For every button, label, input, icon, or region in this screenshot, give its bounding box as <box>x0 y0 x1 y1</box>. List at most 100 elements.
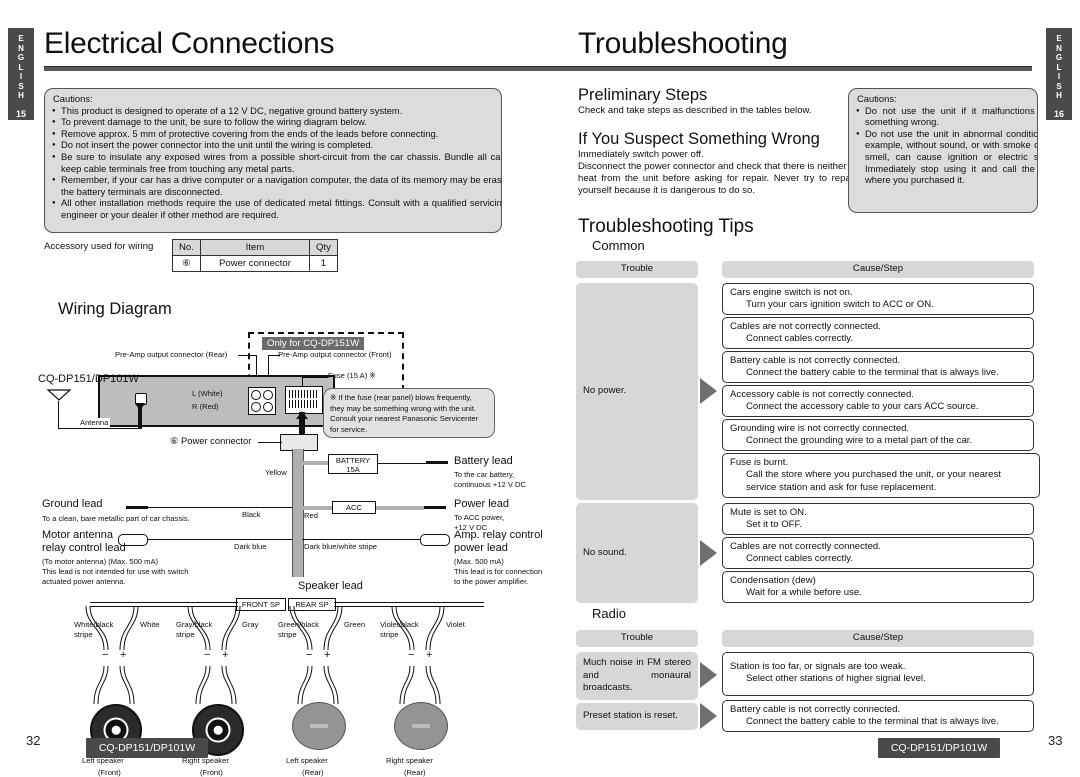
speaker-slot <box>412 723 430 729</box>
step-text: Connect cables correctly. <box>746 333 853 345</box>
step-text: Connect cables correctly. <box>746 553 853 565</box>
speaker-wire-minus-2: stripe <box>74 630 93 639</box>
speaker-minus-sign: − <box>408 649 415 661</box>
speaker-bus <box>334 602 484 603</box>
battery-lead-line <box>378 463 426 464</box>
cause-text: Condensation (dew) <box>730 575 816 586</box>
power-lead-sub1: To ACC power, <box>454 513 505 522</box>
unit-model-label: CQ-DP151/DP101W <box>38 373 139 385</box>
speaker-dust-cap <box>111 725 121 735</box>
speaker-position: (Front) <box>98 768 121 777</box>
speaker-minus-sign: − <box>102 649 109 661</box>
battery-box-line1: BATTERY <box>335 456 371 465</box>
trouble-cell-fm-noise: Much noise in FM stereo and monaural bro… <box>576 652 698 700</box>
amp-relay-sub3: to the power amplifier. <box>454 577 529 586</box>
black-wire-label: Black <box>242 510 261 519</box>
step-text: Wait for a while before use. <box>746 587 862 599</box>
accessory-table: No. Item Qty ⑥ Power connector 1 <box>172 239 338 272</box>
accessory-header-item: Item <box>199 239 310 256</box>
leader-line <box>302 377 303 387</box>
lang-letter: S <box>18 81 24 91</box>
left-title-rule <box>44 66 1032 71</box>
caution-item: To prevent damage to the unit, be sure t… <box>52 116 494 128</box>
right-page-title: Troubleshooting <box>578 27 788 60</box>
step-text: Turn your cars ignition switch to ACC or… <box>746 299 934 311</box>
wiring-diagram-heading: Wiring Diagram <box>58 300 172 318</box>
acc-wire <box>302 506 332 510</box>
cause-text: Cars engine switch is not on. <box>730 287 853 298</box>
cause-step-cell: Condensation (dew) Wait for a while befo… <box>722 571 1034 603</box>
cautions-heading: Cautions: <box>857 93 897 104</box>
cause-text: Grounding wire is not correctly connecte… <box>730 423 910 434</box>
amp-relay-title-1: Amp. relay control <box>454 529 543 541</box>
common-trouble-header: Trouble <box>576 261 698 278</box>
speaker-wire-minus-1: Violet/black <box>380 620 419 629</box>
unit-power-socket-pins <box>289 400 317 408</box>
cause-step-cell: Mute is set to ON. Set it to OFF. <box>722 503 1034 535</box>
speaker-lead-fork <box>93 666 135 705</box>
cause-text: Cables are not correctly connected. <box>730 321 881 332</box>
speaker-slot <box>310 723 328 729</box>
speaker-position: (Rear) <box>302 768 324 777</box>
antenna-label: Antenna <box>78 418 111 428</box>
speaker-rear <box>292 702 346 750</box>
section-radio-heading: Radio <box>592 606 626 621</box>
troubleshooting-tips-heading: Troubleshooting Tips <box>578 216 754 237</box>
speaker-rear <box>394 702 448 750</box>
dark-blue-label: Dark blue <box>234 542 267 551</box>
battery-fuse-box: BATTERY 15A <box>328 454 378 474</box>
cause-step-cell: Cables are not correctly connected. Conn… <box>722 537 1034 569</box>
antenna-icon <box>46 389 72 401</box>
battery-box-line2: 15A <box>346 465 360 474</box>
manual-spread: E N G L I S H 15 Electrical Connections … <box>0 0 1080 777</box>
ground-lead-tip <box>126 506 148 509</box>
power-connector-label: ⑥ Power connector <box>170 435 252 446</box>
cause-text: Station is too far, or signals are too w… <box>730 661 906 672</box>
speaker-minus-sign: − <box>306 649 313 661</box>
suspect-body: Disconnect the power connector and check… <box>578 161 894 196</box>
motor-antenna-sub1: (To motor antenna) (Max. 500 mA) <box>42 557 159 566</box>
speaker-wire-minus-1: Green/black <box>278 620 319 629</box>
ground-lead-line <box>148 507 292 508</box>
battery-lead-sub1: To the car battery, <box>454 470 515 479</box>
table-row: ⑥ Power connector 1 <box>172 255 338 272</box>
red-wire-label: Red <box>304 511 318 520</box>
speaker-plus-sign: + <box>324 649 331 661</box>
right-page-number: 33 <box>1048 733 1063 748</box>
yellow-wire-label: Yellow <box>265 468 287 477</box>
lang-letter: E <box>1056 34 1062 43</box>
trouble-cell-preset-reset: Preset station is reset. <box>576 703 698 730</box>
speaker-wire-minus-2: stripe <box>278 630 297 639</box>
battery-lead-title: Battery lead <box>454 455 513 467</box>
accessory-qty: 1 <box>308 255 338 272</box>
step-text: Select other stations of higher signal l… <box>746 673 926 685</box>
speaker-minus-sign: − <box>204 649 211 661</box>
leader-line <box>258 442 282 443</box>
rca-jack <box>251 402 261 412</box>
step-text: Connect the grounding wire to a metal pa… <box>746 435 973 447</box>
battery-lead-sub2: continuous +12 V DC <box>454 480 526 489</box>
speaker-name: Right speaker <box>386 756 433 765</box>
fuse-note-box: ※ If the fuse (rear panel) blows frequen… <box>323 388 495 438</box>
step-text: Call the store where you purchased the u… <box>746 469 1001 493</box>
speaker-bus <box>90 602 238 603</box>
step-text: Connect the battery cable to the termina… <box>746 716 999 728</box>
speaker-wire-minus-1: Gray/black <box>176 620 213 629</box>
lang-letter: I <box>1057 72 1061 81</box>
preamp-rear-label: Pre-Amp output connector (Rear) <box>115 350 228 359</box>
caution-item: This product is designed to operate of a… <box>52 105 494 117</box>
amp-relay-terminal <box>420 534 450 546</box>
speaker-dust-cap <box>213 725 223 735</box>
cause-text: Mute is set to ON. <box>730 507 807 518</box>
caution-item: Do not use the unit if it malfunctions o… <box>856 105 1037 128</box>
harness-trunk <box>292 449 304 577</box>
rca-jack <box>251 390 261 400</box>
cause-text: Fuse is burnt. <box>730 457 789 468</box>
power-lead-title: Power lead <box>454 498 510 510</box>
step-text: Connect the accessory cable to your cars… <box>746 401 979 413</box>
preliminary-steps-heading: Preliminary Steps <box>578 86 708 104</box>
speaker-wire-plus: White <box>140 620 160 629</box>
preliminary-steps-text: Check and take steps as described in the… <box>578 105 812 116</box>
rca-right-label: R (Red) <box>192 402 219 411</box>
speaker-group: Violet/black stripe Violet − + Right spe… <box>380 605 465 777</box>
